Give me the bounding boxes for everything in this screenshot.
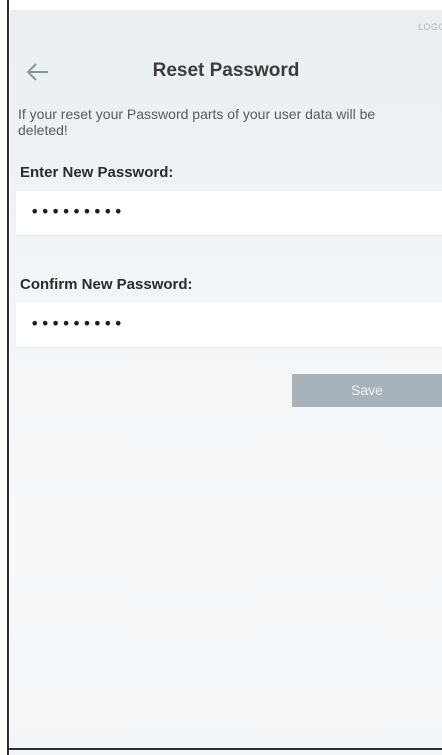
new-password-value: ••••••••• [30,202,124,221]
confirm-password-value: ••••••••• [30,314,124,333]
corner-logo-text: LOGO [417,22,442,32]
save-button[interactable]: Save [292,374,442,407]
confirm-password-input[interactable]: ••••••••• [16,303,442,347]
header-bar: Reset Password [10,52,442,96]
warning-text: If your reset your Password parts of you… [18,106,376,138]
new-password-label: Enter New Password: [20,164,174,181]
screen: LOGO Reset Password If your reset your P… [0,0,442,755]
new-password-input[interactable]: ••••••••• [16,191,442,235]
device-frame-left [7,0,9,755]
confirm-password-label: Confirm New Password: [20,276,193,293]
device-frame-bottom [7,748,442,750]
page-title: Reset Password [152,60,300,81]
app-screen: LOGO Reset Password If your reset your P… [10,10,442,755]
